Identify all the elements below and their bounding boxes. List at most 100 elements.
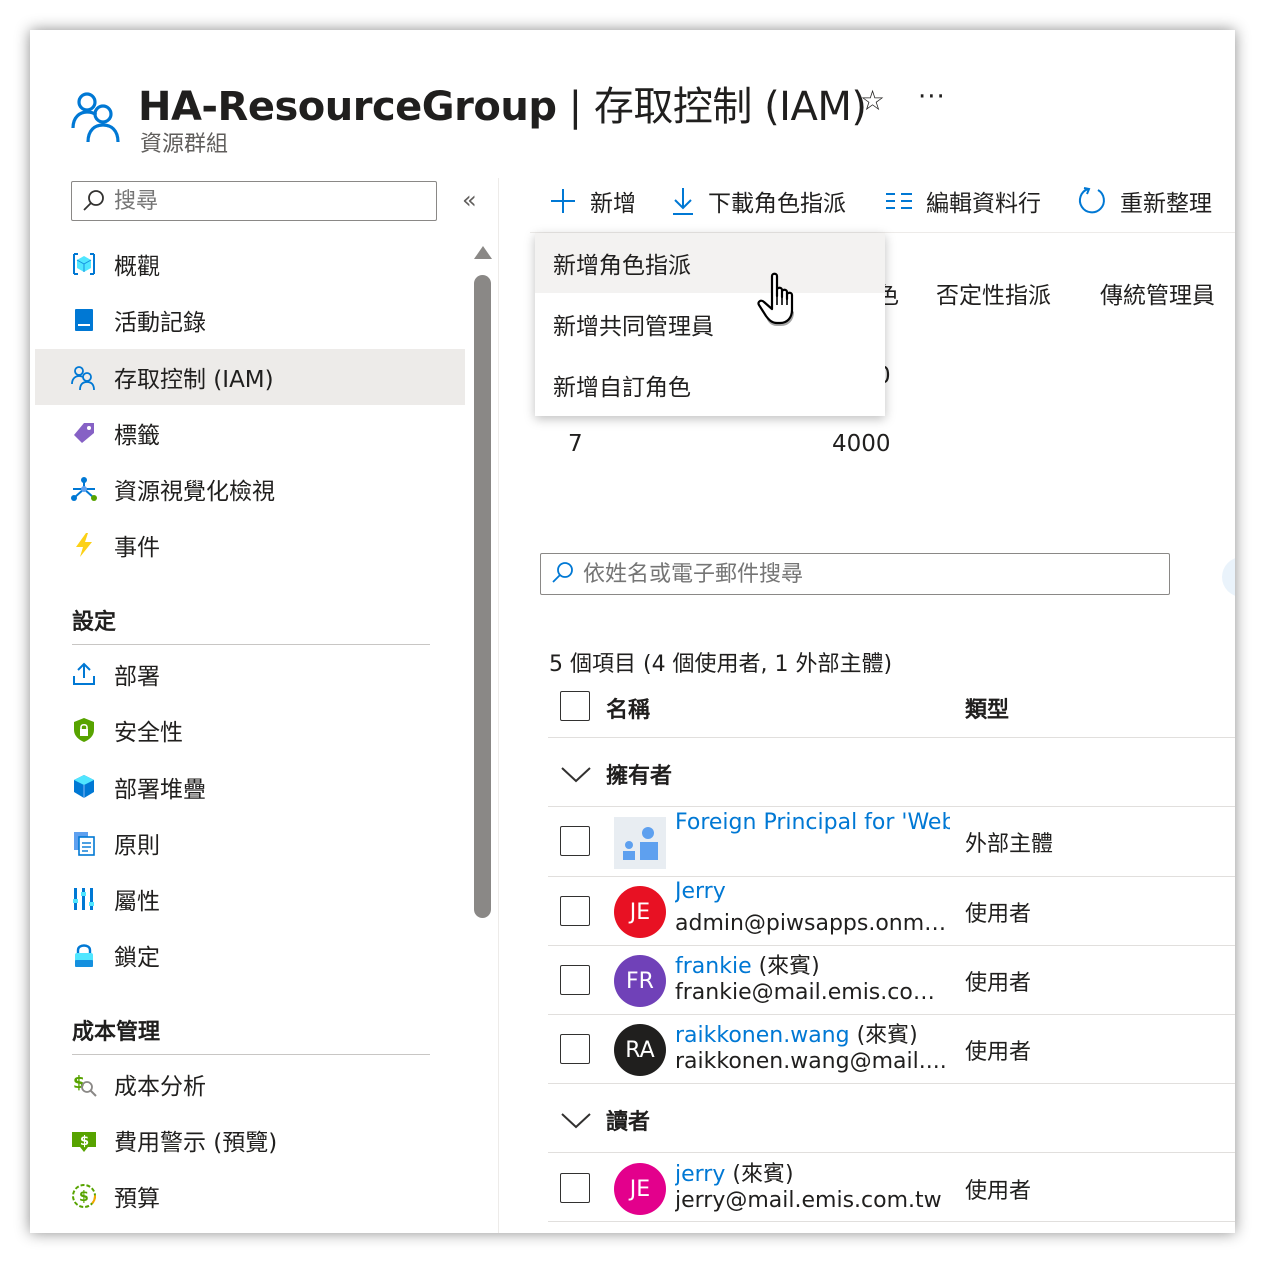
more-options-icon[interactable]: ··· — [918, 82, 946, 112]
column-header-type[interactable]: 類型 — [965, 692, 1009, 724]
row-checkbox[interactable] — [560, 896, 590, 926]
member-name: Jerry — [675, 879, 950, 904]
tag-icon — [74, 423, 94, 443]
download-role-assignments-button[interactable]: 下載角色指派 — [670, 183, 846, 219]
section-divider — [72, 1054, 430, 1055]
sidebar-search-input[interactable] — [114, 186, 414, 216]
row-divider — [548, 1083, 1235, 1084]
member-search-input[interactable] — [583, 559, 1143, 589]
menu-item-add-role-assignment[interactable]: 新增角色指派 — [535, 233, 885, 293]
sidebar-item-label: 部署 — [114, 664, 160, 690]
member-type: 外部主體 — [965, 832, 1054, 857]
activity-log-icon — [75, 309, 93, 331]
sidebar-item-policies[interactable]: 原則 — [35, 816, 465, 870]
cost-alert-icon: $ — [72, 1132, 96, 1152]
policy-document-icon — [74, 832, 95, 856]
member-email: jerry@mail.emis.com.tw — [675, 1188, 942, 1213]
count-value-left: 7 — [568, 431, 583, 457]
sidebar-search-box[interactable] — [71, 181, 437, 221]
sidebar-item-events[interactable]: 事件 — [35, 518, 465, 572]
tab-deny-assignments[interactable]: 否定性指派 — [936, 276, 1051, 310]
row-checkbox[interactable] — [560, 965, 590, 995]
member-type: 使用者 — [965, 1179, 1032, 1204]
section-divider — [72, 644, 430, 645]
section-title-cost-management: 成本管理 — [72, 1020, 161, 1045]
row-divider — [548, 1221, 1235, 1222]
row-divider — [548, 1152, 1235, 1153]
guest-tag: (來賓) — [849, 1023, 918, 1048]
menu-item-add-co-administrator[interactable]: 新增共同管理員 — [535, 294, 885, 354]
iam-icon — [71, 366, 95, 391]
collapse-sidebar-icon[interactable]: « — [462, 186, 477, 214]
refresh-button[interactable]: 重新整理 — [1076, 183, 1212, 219]
shield-lock-icon — [74, 718, 94, 742]
sidebar-item-iam[interactable]: 存取控制 (IAM) — [35, 349, 465, 405]
add-button[interactable]: 新增 — [548, 183, 636, 219]
member-name-link[interactable]: Jerry — [675, 879, 726, 904]
row-checkbox[interactable] — [560, 1173, 590, 1203]
tab-classic-administrators[interactable]: 傳統管理員 — [1100, 276, 1215, 310]
chevron-down-icon — [561, 1113, 591, 1129]
member-name-link[interactable]: jerry — [675, 1162, 725, 1187]
sidebar-scrollbar[interactable] — [474, 275, 491, 918]
avatar: FR — [614, 955, 666, 1007]
member-name-link[interactable]: frankie — [675, 954, 752, 979]
avatar: RA — [614, 1024, 666, 1076]
select-all-checkbox[interactable] — [560, 691, 590, 721]
sidebar-item-deployment-stacks[interactable]: 部署堆疊 — [35, 760, 465, 814]
member-search-box[interactable] — [540, 553, 1170, 595]
guest-tag: (來賓) — [725, 1162, 794, 1187]
member-name-link[interactable]: raikkonen.wang — [675, 1023, 850, 1048]
svg-text:$: $ — [79, 1189, 89, 1205]
group-header-reader[interactable]: 讀者 — [560, 1104, 650, 1136]
sidebar-item-label: 安全性 — [114, 720, 183, 746]
search-icon — [552, 562, 573, 583]
member-type: 使用者 — [965, 902, 1032, 927]
cube-stack-icon — [74, 775, 94, 798]
sidebar-item-label: 成本分析 — [114, 1074, 206, 1100]
row-checkbox[interactable] — [560, 1034, 590, 1064]
row-checkbox[interactable] — [560, 826, 590, 856]
page-title: HA-ResourceGroup | 存取控制 (IAM) — [138, 84, 867, 130]
budget-icon: $ — [72, 1184, 96, 1208]
sidebar-item-resource-visualizer[interactable]: 資源視覺化檢視 — [35, 462, 465, 516]
cost-analysis-icon: $ — [73, 1073, 97, 1097]
hand-cursor-icon — [757, 272, 794, 326]
avatar: JE — [614, 886, 666, 938]
sidebar-item-deployments[interactable]: 部署 — [35, 647, 465, 701]
sidebar-item-tags[interactable]: 標籤 — [35, 406, 465, 460]
sidebar-item-activity-log[interactable]: 活動記錄 — [35, 293, 465, 347]
favorite-star-icon[interactable]: ☆ — [860, 84, 885, 117]
sidebar-item-locks[interactable]: 鎖定 — [35, 928, 465, 982]
lock-icon — [75, 944, 93, 967]
member-type: 使用者 — [965, 1040, 1032, 1065]
sidebar-item-label: 資源視覺化檢視 — [114, 479, 275, 505]
member-name: raikkonen.wang (來賓) — [675, 1017, 950, 1049]
item-count-text: 5 個項目 (4 個使用者, 1 外部主體) — [549, 652, 893, 677]
member-email: frankie@mail.emis.com.... — [675, 980, 950, 1005]
sidebar-item-overview[interactable]: 概觀 — [35, 237, 465, 291]
column-header-name[interactable]: 名稱 — [606, 692, 650, 724]
guest-tag: (來賓) — [751, 954, 820, 979]
section-title-settings: 設定 — [72, 610, 117, 635]
sidebar-item-security[interactable]: 安全性 — [35, 703, 465, 757]
overview-icon — [73, 253, 95, 275]
sidebar-item-cost-analysis[interactable]: $ 成本分析 — [35, 1057, 465, 1111]
scroll-up-arrow-icon[interactable] — [474, 246, 492, 259]
sidebar-item-budgets[interactable]: $ 預算 — [35, 1169, 465, 1223]
sidebar-item-label: 預算 — [114, 1186, 160, 1212]
row-divider — [548, 737, 1235, 738]
sidebar-item-properties[interactable]: 屬性 — [35, 872, 465, 926]
add-dropdown-menu: 新增角色指派 新增共同管理員 新增自訂角色 — [535, 233, 885, 416]
portal-window: HA-ResourceGroup | 存取控制 (IAM) 資源群組 ☆ ···… — [30, 30, 1235, 1233]
member-email: admin@piwsapps.onmi... — [675, 911, 950, 936]
edit-columns-button[interactable]: 編輯資料行 — [884, 183, 1041, 219]
sidebar-item-label: 標籤 — [114, 423, 160, 449]
group-header-owner[interactable]: 擁有者 — [560, 758, 672, 790]
member-name-link[interactable]: Foreign Principal for 'Web — [675, 810, 950, 835]
menu-item-add-custom-role[interactable]: 新增自訂角色 — [535, 355, 885, 415]
avatar: JE — [614, 1163, 666, 1215]
sidebar-item-cost-alerts[interactable]: $ 費用警示 (預覽) — [35, 1113, 465, 1167]
filter-pill-partial[interactable] — [1222, 557, 1235, 597]
columns-icon — [886, 193, 912, 209]
